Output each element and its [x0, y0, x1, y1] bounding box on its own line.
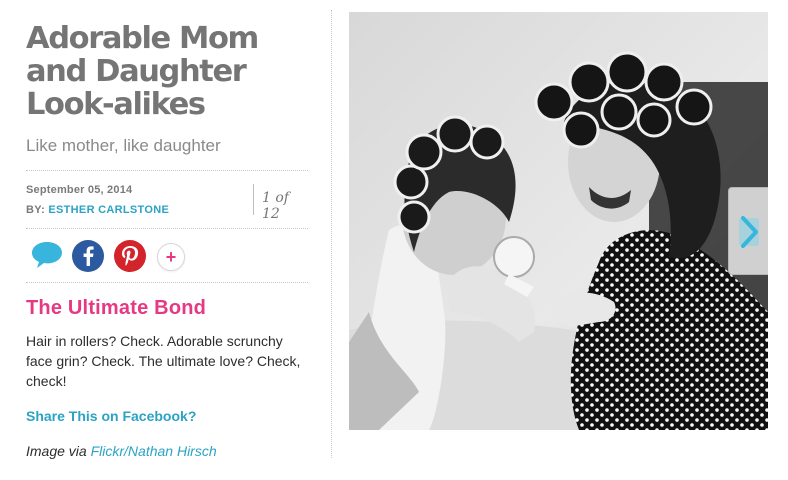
- publish-date: September 05, 2014: [26, 184, 133, 196]
- divider: [26, 228, 308, 229]
- facebook-icon[interactable]: [72, 240, 104, 272]
- slide-counter: 1 of 12: [262, 190, 289, 222]
- slide-title: The Ultimate Bond: [26, 297, 207, 319]
- credit-prefix: Image via: [26, 443, 87, 459]
- divider: [26, 282, 308, 283]
- page-title: Adorable Mom and Daughter Look-alikes: [26, 21, 259, 122]
- image-credit: Image via Flickr/Nathan Hirsch: [26, 443, 217, 459]
- page-subtitle: Like mother, like daughter: [26, 136, 221, 155]
- chevron-right-icon: [739, 216, 759, 248]
- byline: BY: ESTHER CARLSTONE: [26, 204, 169, 216]
- author-link[interactable]: ESTHER CARLSTONE: [48, 204, 169, 216]
- slide-photo: [349, 12, 768, 430]
- slide-description: Hair in rollers? Check. Adorable scrunch…: [26, 333, 301, 389]
- more-share-button[interactable]: +: [157, 243, 185, 271]
- comment-bubble-icon[interactable]: [30, 240, 64, 270]
- counter-divider: [253, 184, 254, 215]
- pinterest-icon[interactable]: [114, 240, 146, 272]
- divider: [26, 170, 308, 171]
- next-slide-button[interactable]: [728, 187, 768, 275]
- byline-label: BY:: [26, 204, 46, 216]
- credit-link[interactable]: Flickr/Nathan Hirsch: [91, 443, 217, 459]
- share-facebook-link[interactable]: Share This on Facebook?: [26, 408, 196, 424]
- column-divider: [331, 10, 332, 458]
